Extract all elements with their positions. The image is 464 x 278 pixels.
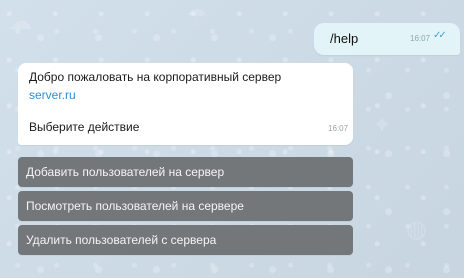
delete-users-button[interactable]: Удалить пользователей с сервера — [18, 225, 353, 255]
choose-action-text: Выберите действие — [29, 120, 140, 134]
decorative-doodle-icon: ☁ — [8, 8, 32, 35]
double-check-icon: ✓✓ — [433, 30, 447, 41]
decorative-doodle-icon: ◍ — [406, 216, 427, 243]
inline-keyboard: Добавить пользователей на сервер Посмотр… — [18, 157, 353, 259]
incoming-message-bubble: Добро пожаловать на корпоративный сервер… — [18, 63, 353, 145]
welcome-text: Добро пожаловать на корпоративный сервер — [29, 70, 282, 84]
outgoing-message-bubble: /help 16:07 ✓✓ — [314, 23, 460, 55]
chat-window: ☁ ◌ ✦ ◍ ☂ /help 16:07 ✓✓ Добро пожаловат… — [0, 0, 464, 278]
outgoing-message-time: 16:07 — [410, 34, 431, 43]
outgoing-message-text: /help — [330, 31, 359, 46]
decorative-doodle-icon: ☂ — [186, 4, 208, 31]
incoming-message-time: 16:07 — [328, 124, 349, 133]
view-users-button[interactable]: Посмотреть пользователей на сервере — [18, 191, 353, 221]
add-users-button[interactable]: Добавить пользователей на сервер — [18, 157, 353, 187]
decorative-doodle-icon: ✦ — [372, 112, 393, 139]
server-link[interactable]: server.ru — [29, 88, 76, 102]
